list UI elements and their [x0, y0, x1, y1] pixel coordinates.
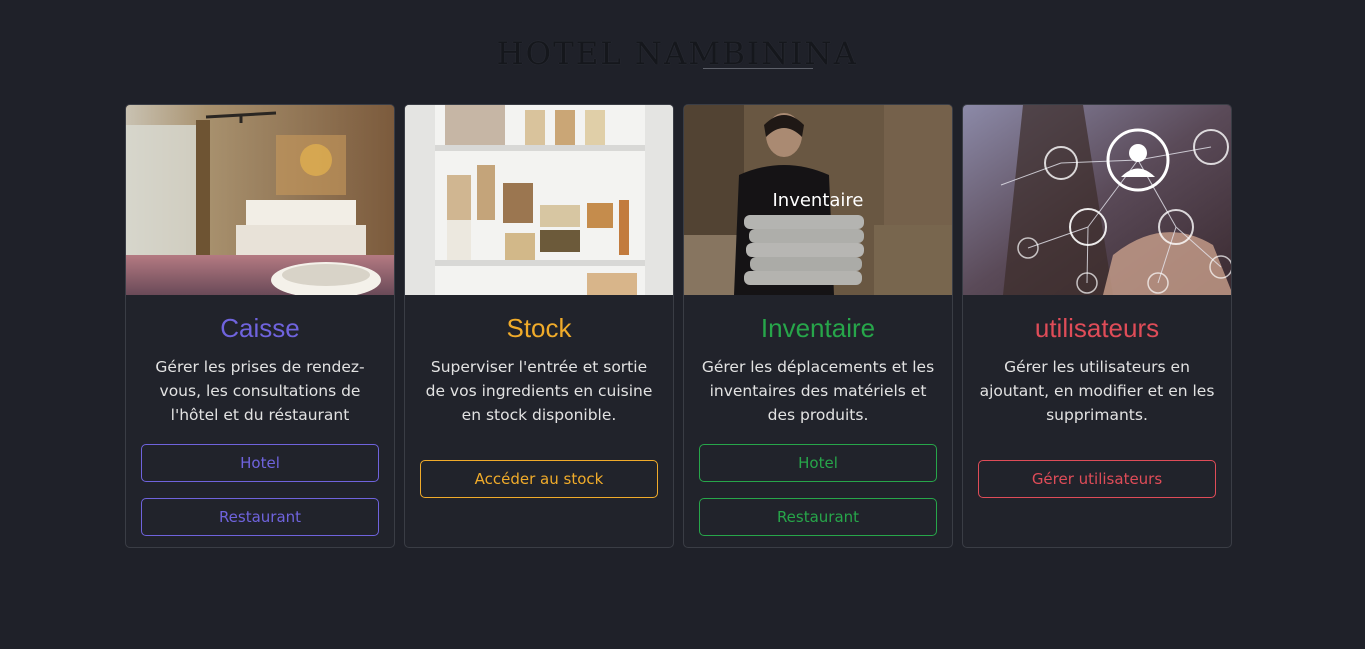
card-description-inventaire: Gérer les déplacements et les inventaire…: [701, 358, 935, 424]
manage-users-button[interactable]: Gérer utilisateurs: [978, 460, 1216, 498]
card-utilisateurs: utilisateurs Gérer les utilisateurs en a…: [962, 104, 1232, 548]
module-cards: Caisse Gérer les prises de rendez-vous, …: [125, 104, 1232, 548]
card-stock: Stock Superviser l'entrée et sortie de v…: [404, 104, 674, 548]
card-caisse: Caisse Gérer les prises de rendez-vous, …: [125, 104, 395, 548]
card-inventaire: Inventaire Inventaire Gérer les déplacem…: [683, 104, 953, 548]
card-description-stock: Superviser l'entrée et sortie de vos ing…: [425, 358, 653, 424]
user-network-image: [963, 105, 1231, 295]
hotel-name: HOTEL NAMBININA: [496, 36, 858, 72]
hotel-logo: HOTEL NAMBININA: [497, 20, 858, 88]
caisse-restaurant-button[interactable]: Restaurant: [141, 498, 379, 536]
caisse-hotel-button[interactable]: Hotel: [141, 444, 379, 482]
logo-underline: [703, 68, 813, 69]
card-description-utilisateurs: Gérer les utilisateurs en ajoutant, en m…: [979, 358, 1215, 424]
pantry-shelves-image: [405, 105, 673, 295]
card-title-inventaire: Inventaire: [760, 313, 876, 343]
card-title-utilisateurs: utilisateurs: [1034, 313, 1160, 343]
card-title-stock: Stock: [506, 313, 572, 343]
card-title-caisse: Caisse: [220, 313, 300, 343]
hotel-room-image: [126, 105, 394, 295]
inventaire-restaurant-button[interactable]: Restaurant: [699, 498, 937, 536]
inventaire-hotel-button[interactable]: Hotel: [699, 444, 937, 482]
inventaire-image-overlay: Inventaire: [684, 105, 952, 295]
access-stock-button[interactable]: Accéder au stock: [420, 460, 658, 498]
housekeeper-towels-image: Inventaire: [684, 105, 952, 295]
card-description-caisse: Gérer les prises de rendez-vous, les con…: [155, 358, 365, 424]
